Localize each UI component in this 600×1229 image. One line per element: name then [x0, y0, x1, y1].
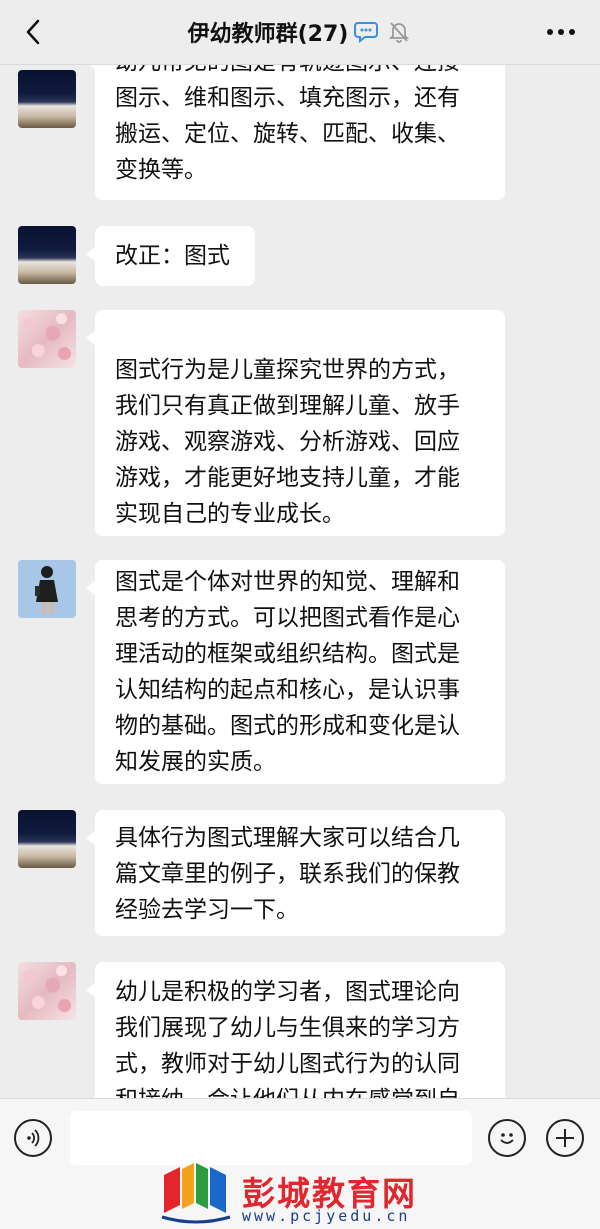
message-line: 图式是个体对世界的知觉、理解和 [115, 569, 460, 595]
voice-button[interactable] [14, 1119, 52, 1157]
message-bubble: 图式是个体对世界的知觉、理解和 思考的方式。可以把图式看作是心 理活动的框架或组… [86, 560, 505, 784]
more-dots-icon [547, 29, 575, 35]
title-group: 伊幼教师群(27) [188, 16, 413, 48]
mute-bell-icon [386, 19, 412, 45]
avatar-stadium[interactable] [18, 810, 76, 868]
message-line: 游戏、观察游戏、分析游戏、回应 [115, 429, 460, 455]
message-line: 幼儿常见的图是有轨迹图示、连接 [115, 64, 485, 80]
message-line: 和接纳，会让他们从内在感觉到自 [115, 1082, 485, 1098]
message-line: 变换等。 [115, 157, 207, 183]
plus-icon [556, 1129, 574, 1147]
message-line: 思考的方式。可以把图式看作是心 [115, 605, 460, 631]
message-line: 物的基础。图式的形成和变化是认 [115, 713, 460, 739]
avatar-stadium[interactable] [18, 226, 76, 284]
message-bubble: 图式行为是儿童探究世界的方式， 我们只有真正做到理解儿童、放手 游戏、观察游戏、… [86, 310, 505, 536]
person-figure-icon [35, 566, 58, 614]
avatar-person[interactable] [18, 560, 76, 618]
message-line: 幼儿是积极的学习者，图式理论向 [115, 979, 460, 1005]
message-line: 改正：图式 [115, 243, 230, 269]
message-line: 游戏，才能更好地支持儿童，才能 [115, 465, 460, 491]
message-line: 认知结构的起点和核心，是认识事 [115, 677, 460, 703]
chat-bubble-icon [354, 19, 380, 45]
message-line: 理活动的框架或组织结构。图式是 [115, 641, 460, 667]
message-line: 知发展的实质。 [115, 749, 276, 775]
more-button[interactable] [544, 20, 578, 44]
input-bar: 彭城教育网 www.pcjyedu.cn [0, 1098, 600, 1229]
plus-button[interactable] [546, 1119, 584, 1157]
book-logo-icon [161, 1163, 231, 1224]
message-bubble: 幼儿是积极的学习者，图式理论向 我们展现了幼儿与生俱来的学习方 式，教师对于幼儿… [86, 962, 505, 1098]
avatar-stadium[interactable] [18, 70, 76, 128]
message-bubble: 改正：图式 [86, 226, 255, 286]
emoji-icon [500, 1133, 514, 1144]
message-line: 我们只有真正做到理解儿童、放手 [115, 393, 460, 419]
message-line: 我们展现了幼儿与生俱来的学习方 [115, 1015, 460, 1041]
chat-title: 伊幼教师群(27) [187, 22, 349, 47]
message-line: 图示、维和图示、填充图示，还有 [115, 85, 460, 111]
avatar-flowers[interactable] [18, 310, 76, 368]
message-line: 具体行为图式理解大家可以结合几 [115, 825, 460, 851]
avatar-flowers[interactable] [18, 962, 76, 1020]
back-button[interactable] [20, 18, 46, 46]
message-line: 经验去学习一下。 [115, 897, 299, 923]
voice-icon [27, 1129, 40, 1147]
chat-header: 伊幼教师群(27) [0, 0, 600, 65]
message-line: 搬运、定位、旋转、匹配、收集、 [115, 121, 460, 147]
message-line: 实现自己的专业成长。 [115, 501, 345, 527]
message-line: 式，教师对于幼儿图式行为的认同 [115, 1051, 460, 1077]
watermark: 彭城教育网 www.pcjyedu.cn [158, 1161, 448, 1227]
message-line: 篇文章里的例子，联系我们的保教 [115, 861, 460, 887]
emoji-button[interactable] [488, 1119, 526, 1157]
message-bubble: 具体行为图式理解大家可以结合几 篇文章里的例子，联系我们的保教 经验去学习一下。 [86, 810, 505, 936]
message-input[interactable] [70, 1111, 472, 1165]
watermark-url: www.pcjyedu.cn [242, 1207, 411, 1225]
message-bubble: 幼儿常见的图是有轨迹图示、连接 图示、维和图示、填充图示，还有 搬运、定位、旋转… [86, 64, 505, 200]
message-line: 图式行为是儿童探究世界的方式， [115, 357, 460, 383]
back-arrow-icon [26, 19, 40, 45]
message-list[interactable]: 幼儿常见的图是有轨迹图示、连接 图示、维和图示、填充图示，还有 搬运、定位、旋转… [0, 64, 600, 1098]
